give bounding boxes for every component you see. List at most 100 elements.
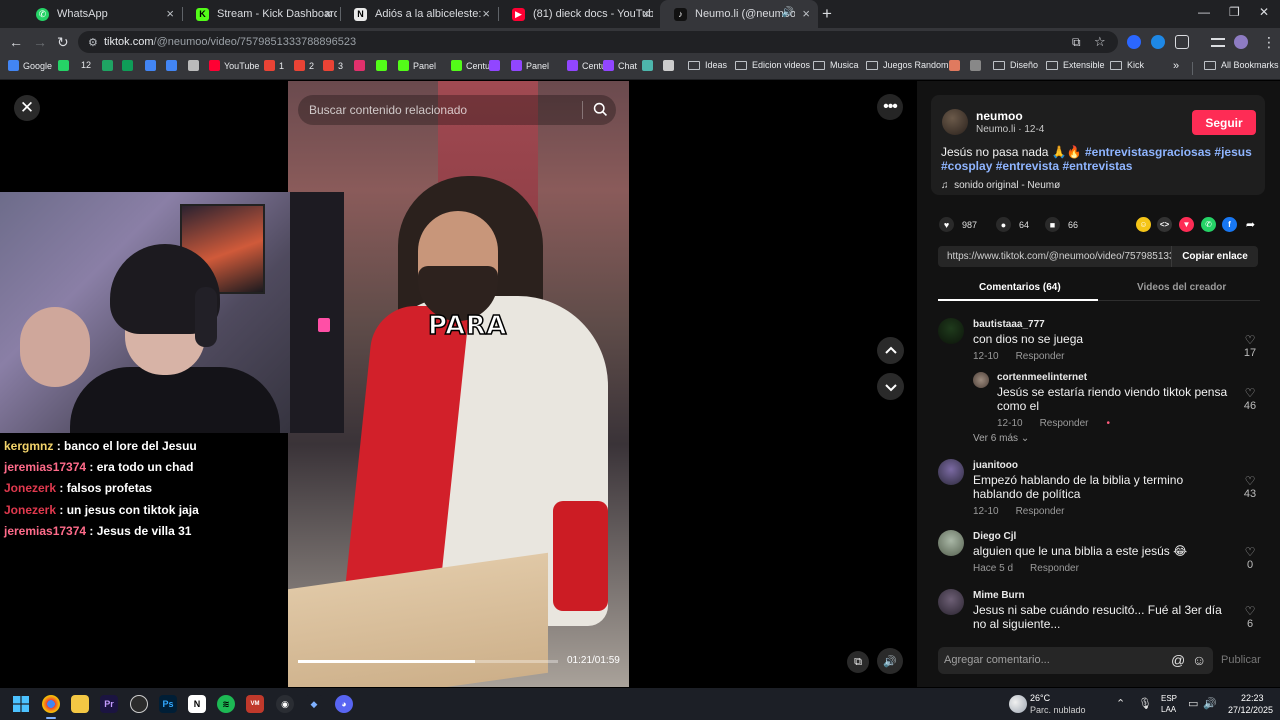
copy-link-button[interactable]: Copiar enlace [1171, 246, 1258, 267]
bookmark-item[interactable]: Extensible [1046, 60, 1105, 70]
mention-icon[interactable]: @ [1171, 652, 1185, 668]
comment-button[interactable]: ● 64 [996, 217, 1029, 232]
bookmark-item[interactable] [166, 60, 181, 71]
close-video-button[interactable]: ✕ [14, 95, 40, 121]
hashtag-link[interactable]: #entrevistasgraciosas [1085, 145, 1211, 159]
bookmark-item[interactable] [58, 60, 73, 71]
bookmark-item[interactable]: Chat [603, 60, 637, 71]
minimize-icon[interactable]: — [1198, 5, 1210, 19]
obs-icon[interactable]: ◉ [276, 695, 294, 713]
facebook-icon[interactable]: f [1222, 217, 1237, 232]
avatar[interactable] [973, 372, 989, 388]
comment-like-button[interactable]: ♡ 0 [1242, 545, 1258, 571]
avatar[interactable] [938, 318, 964, 344]
back-icon[interactable]: ← [9, 34, 23, 50]
bookmark-item[interactable]: 12 [81, 60, 91, 70]
taskbar-date[interactable]: 27/12/2025 [1228, 705, 1273, 715]
bookmark-item[interactable] [122, 60, 137, 71]
bookmark-item[interactable] [663, 60, 678, 71]
comment-like-button[interactable]: ♡ 6 [1242, 604, 1258, 630]
bookmark-item[interactable] [188, 60, 203, 71]
bookmark-item[interactable]: Google [8, 60, 52, 71]
comment-username[interactable]: Mime Burn [973, 590, 1025, 601]
close-tab-icon[interactable]: × [324, 7, 332, 20]
avatar[interactable] [942, 109, 968, 135]
tray-chevron-up-icon[interactable]: ⌃ [1116, 697, 1125, 710]
hashtag-link[interactable]: #cosplay [941, 159, 992, 173]
tab-whatsapp[interactable]: ✆ WhatsApp × [22, 0, 182, 28]
creator-username[interactable]: neumoo [976, 109, 1023, 123]
bookmark-item[interactable] [354, 60, 369, 71]
sound-link[interactable]: ♫ sonido original - Neumø [941, 180, 1060, 191]
share-arrow-icon[interactable]: ➦ [1243, 217, 1258, 232]
tab-news[interactable]: N Adiós a la albiceleste: Obligan a × [340, 0, 498, 28]
comment-username[interactable]: bautistaaa_777 [973, 319, 1045, 330]
publish-button[interactable]: Publicar [1221, 654, 1261, 666]
extension-icon[interactable] [1127, 35, 1141, 49]
close-tab-icon[interactable]: × [482, 7, 490, 20]
language-indicator[interactable]: ESP [1161, 694, 1177, 703]
bookmark-item[interactable]: YouTube [209, 60, 259, 71]
comment-username[interactable]: Diego Cjl [973, 531, 1016, 542]
bookmark-item[interactable] [642, 60, 657, 71]
bookmark-item[interactable]: 2 [294, 60, 314, 71]
repost-icon[interactable]: ☺ [1136, 217, 1151, 232]
avatar[interactable] [938, 589, 964, 615]
send-icon[interactable]: ▼ [1179, 217, 1194, 232]
tab-tiktok[interactable]: ♪ Neumo.li (@neumoo) | TikT 🔊 × [660, 0, 818, 28]
tab-youtube[interactable]: ▶ (81) dieck docs - YouTube × [498, 0, 658, 28]
reply-button[interactable]: Responder [1040, 418, 1089, 429]
reply-button[interactable]: Responder [1016, 506, 1065, 517]
add-comment-input[interactable]: Agregar comentario... @ ☺ [938, 647, 1213, 674]
site-info-icon[interactable]: ⚙ [88, 36, 98, 49]
bookmark-item[interactable]: Ideas [688, 60, 727, 70]
bookmark-item[interactable] [970, 60, 985, 71]
picture-in-picture-button[interactable]: ⧉ [847, 651, 869, 673]
like-button[interactable]: ♥ 987 [939, 217, 977, 232]
reply-button[interactable]: Responder [1016, 351, 1065, 362]
bookmark-item[interactable]: Panel [511, 60, 549, 71]
network-icon[interactable]: ▭ [1188, 697, 1198, 710]
hashtag-link[interactable]: #entrevista [996, 159, 1059, 173]
comment-username[interactable]: juanitooo [973, 460, 1018, 471]
save-button[interactable]: ■ 66 [1045, 217, 1078, 232]
avatar[interactable] [938, 530, 964, 556]
bookmark-item[interactable] [102, 60, 117, 71]
close-tab-icon[interactable]: × [802, 7, 810, 20]
premiere-icon[interactable]: Pr [100, 695, 118, 713]
bookmark-item[interactable]: Juegos Random [866, 60, 949, 70]
bookmark-item[interactable]: 1 [264, 60, 284, 71]
comment-username[interactable]: cortenmeelinternet [997, 372, 1087, 383]
volume-icon[interactable]: 🔊 [1203, 697, 1217, 710]
bookmark-item[interactable]: Diseño [993, 60, 1038, 70]
bookmark-item[interactable] [489, 60, 504, 71]
reload-icon[interactable]: ↻ [57, 34, 69, 51]
emoji-icon[interactable]: ☺ [1192, 652, 1206, 668]
next-video-button[interactable] [877, 373, 904, 400]
comment-like-button[interactable]: ♡ 43 [1242, 474, 1258, 500]
weather-icon[interactable] [1009, 695, 1027, 713]
taskbar-time[interactable]: 22:23 [1241, 693, 1264, 703]
tab-creator-videos[interactable]: Videos del creador [1137, 282, 1226, 293]
previous-video-button[interactable] [877, 337, 904, 364]
volume-button[interactable]: 🔊 [877, 648, 903, 674]
hashtag-link[interactable]: #jesus [1214, 145, 1251, 159]
photoshop-icon[interactable]: Ps [159, 695, 177, 713]
bookmark-item[interactable]: Centu [451, 60, 490, 71]
video-progress-bar[interactable] [298, 660, 558, 663]
bookmark-star-icon[interactable]: ☆ [1094, 34, 1106, 50]
follow-button[interactable]: Seguir [1192, 110, 1256, 135]
new-tab-button[interactable]: + [822, 4, 832, 24]
extensions-puzzle-icon[interactable] [1175, 35, 1189, 49]
tab-search-icon[interactable] [1211, 38, 1225, 47]
share-link-text[interactable]: https://www.tiktok.com/@neumoo/video/757… [947, 251, 1172, 262]
reply-button[interactable]: Responder [1030, 563, 1079, 574]
bookmark-item[interactable]: Musica [813, 60, 859, 70]
install-app-icon[interactable]: ⧉ [1072, 35, 1081, 50]
tab-kick-dashboard[interactable]: K Stream - Kick Dashboard × [182, 0, 340, 28]
search-icon[interactable] [592, 101, 609, 118]
bookmarks-overflow-icon[interactable]: » [1173, 60, 1179, 72]
hashtag-link[interactable]: #entrevistas [1062, 159, 1132, 173]
close-window-icon[interactable]: ✕ [1259, 5, 1269, 19]
bookmark-item[interactable]: Kick [1110, 60, 1144, 70]
